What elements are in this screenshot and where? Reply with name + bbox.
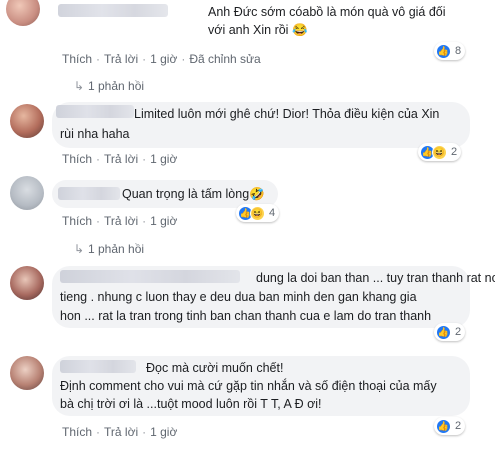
comment-actions: Thích · Trả lời · 1 giờ · Đã chỉnh sửa <box>62 52 261 66</box>
avatar[interactable] <box>10 356 44 390</box>
comment-text: Anh Đức sớm cóabồ là món quà vô giá đối <box>208 5 446 19</box>
comment-bubble: dung la doi ban than ... tuy tran thanh … <box>52 266 495 328</box>
view-replies[interactable]: ↳ 1 phản hồi <box>74 79 144 93</box>
reaction-summary[interactable]: 👍 😆 2 <box>418 143 462 161</box>
avatar[interactable] <box>10 176 44 210</box>
edited-label[interactable]: Đã chỉnh sửa <box>189 52 260 66</box>
comment-actions: Thích · Trả lời · 1 giờ <box>62 152 178 166</box>
like-button[interactable]: Thích <box>62 214 92 228</box>
comment-text: Limited luôn mới ghê chứ! Dior! Thỏa điề… <box>134 107 440 121</box>
avatar[interactable] <box>10 266 44 300</box>
comment-text: rùi nha haha <box>60 127 130 141</box>
tears-of-joy-icon: 😂 <box>291 23 308 37</box>
comment-text: hon ... rat la tran trong tinh ban chan … <box>60 309 432 323</box>
like-button[interactable]: Thích <box>62 152 92 166</box>
comment-actions: Thích · Trả lời · 1 giờ <box>62 214 178 228</box>
comment-bubble: Limited luôn mới ghê chứ! Dior! Thỏa điề… <box>52 102 470 148</box>
author-name[interactable] <box>60 270 240 283</box>
like-button[interactable]: Thích <box>62 425 92 439</box>
comment-text: bà chị trời ơi là ...tuột mood luôn rồi … <box>60 397 322 411</box>
rolling-laughing-icon: 🤣 <box>249 187 265 201</box>
reaction-summary[interactable]: 👍 😆 4 <box>236 204 280 222</box>
reaction-summary[interactable]: 👍 8 <box>434 42 466 60</box>
like-button[interactable]: Thích <box>62 52 92 66</box>
author-name[interactable] <box>58 187 120 200</box>
comment-text: tieng . nhung c luon thay e deu dua ban … <box>60 290 417 304</box>
reply-button[interactable]: Trả lời <box>104 425 138 439</box>
like-icon: 👍 <box>436 43 451 59</box>
view-replies[interactable]: ↳ 1 phản hồi <box>74 242 144 256</box>
like-icon: 👍 <box>436 324 451 340</box>
reply-button[interactable]: Trả lời <box>104 52 138 66</box>
timestamp[interactable]: 1 giờ <box>150 214 177 228</box>
comment-text: Đọc mà cười muốn chết! <box>146 361 284 375</box>
comment-text: Định comment cho vui mà cứ gặp tin nhắn … <box>60 379 437 393</box>
timestamp[interactable]: 1 giờ <box>150 425 177 439</box>
author-name[interactable] <box>60 360 136 373</box>
timestamp[interactable]: 1 giờ <box>150 52 177 66</box>
comment-bubble: Anh Đức sớm cóabồ là món quà vô giá đối … <box>52 0 470 44</box>
reply-button[interactable]: Trả lời <box>104 214 138 228</box>
comment-text: Quan trọng là tấm lòng🤣 <box>122 187 265 201</box>
reaction-summary[interactable]: 👍 2 <box>434 417 466 435</box>
comment-text: với anh Xin rồi 😂 <box>208 23 308 37</box>
comment-bubble: Đọc mà cười muốn chết! Định comment cho … <box>52 356 470 416</box>
avatar[interactable] <box>6 0 40 26</box>
avatar[interactable] <box>10 104 44 138</box>
timestamp[interactable]: 1 giờ <box>150 152 177 166</box>
haha-icon: 😆 <box>432 144 447 160</box>
reply-arrow-icon: ↳ <box>74 79 85 93</box>
reply-button[interactable]: Trả lời <box>104 152 138 166</box>
reply-arrow-icon: ↳ <box>74 242 85 256</box>
comment-text: dung la doi ban than ... tuy tran thanh … <box>256 271 495 285</box>
like-icon: 👍 <box>436 418 451 434</box>
author-name[interactable] <box>56 105 134 118</box>
haha-icon: 😆 <box>250 205 265 221</box>
reaction-summary[interactable]: 👍 2 <box>434 323 466 341</box>
comment-actions: Thích · Trả lời · 1 giờ <box>62 425 178 439</box>
